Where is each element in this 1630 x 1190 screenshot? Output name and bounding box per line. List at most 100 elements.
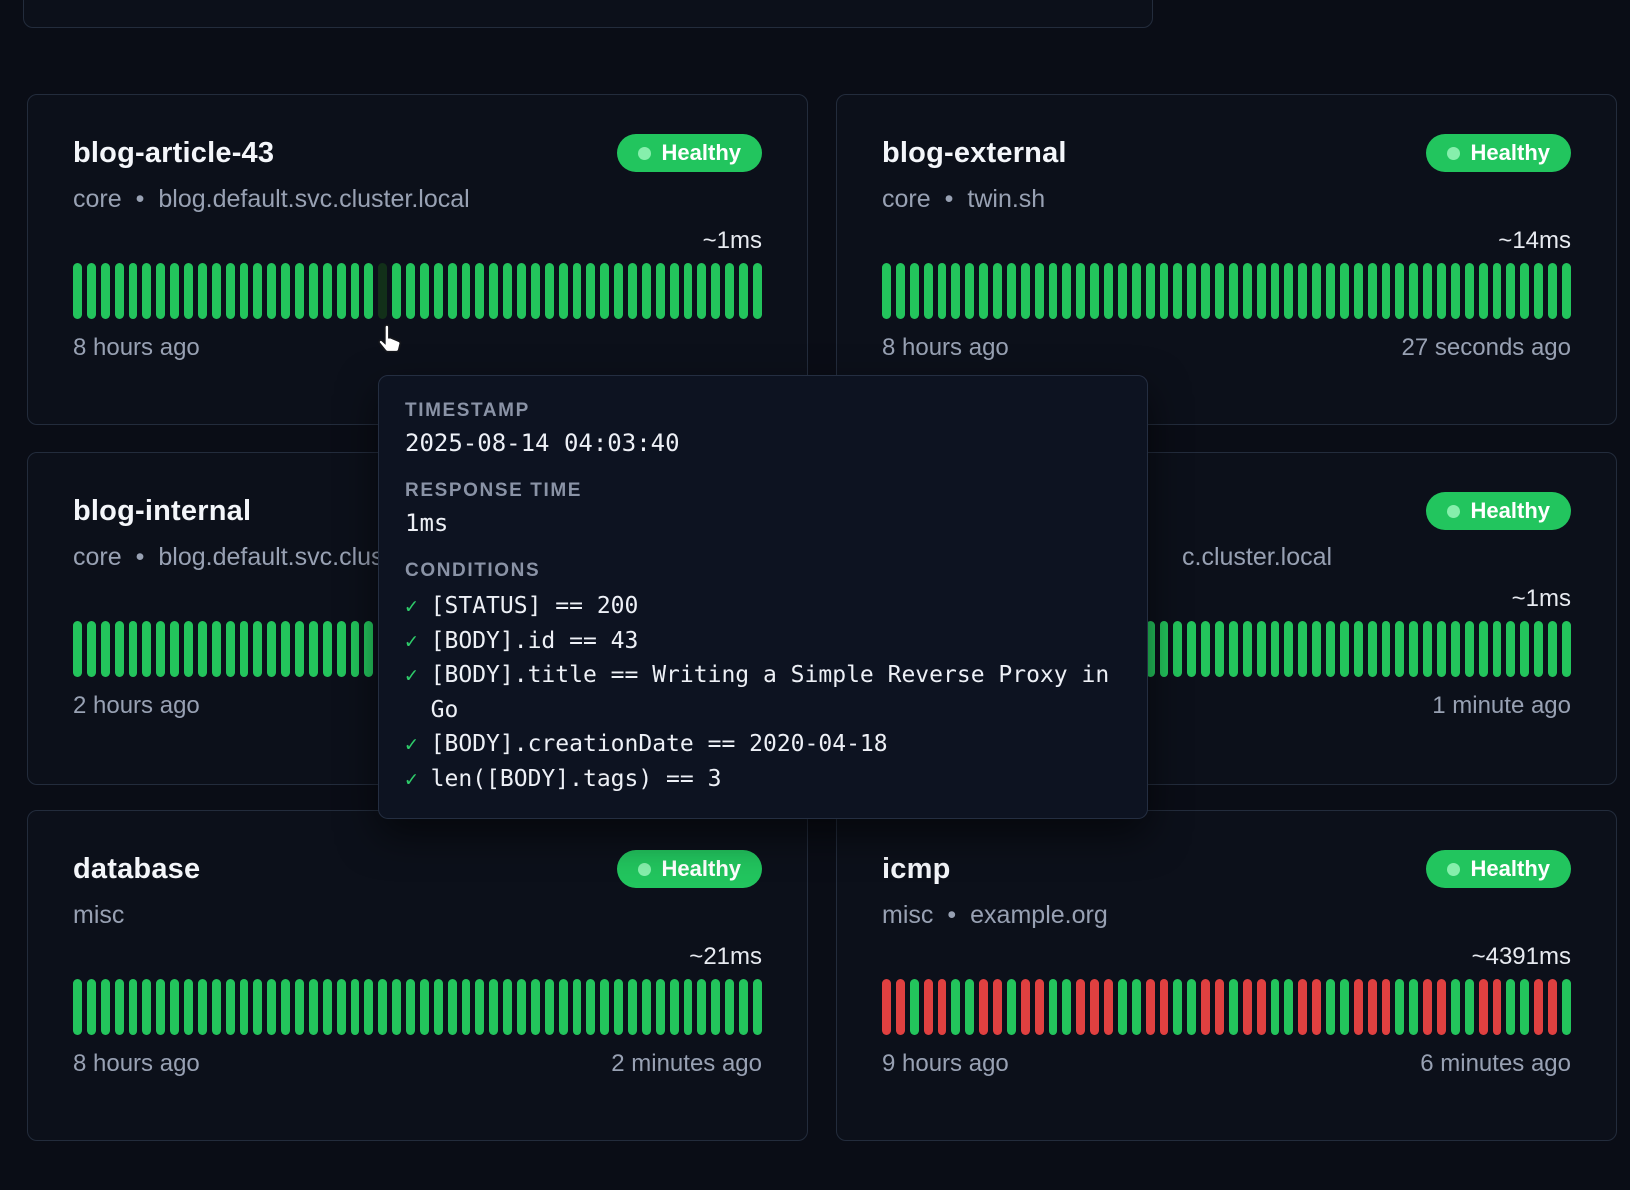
uptime-bar[interactable] <box>198 979 207 1035</box>
uptime-bar[interactable] <box>1451 263 1460 319</box>
uptime-bar[interactable] <box>170 979 179 1035</box>
uptime-bar[interactable] <box>896 979 905 1035</box>
uptime-bar[interactable] <box>115 621 124 677</box>
uptime-bar[interactable] <box>295 263 304 319</box>
uptime-bar[interactable] <box>1021 979 1030 1035</box>
uptime-bar[interactable] <box>1465 263 1474 319</box>
uptime-bar[interactable] <box>226 621 235 677</box>
uptime-bar[interactable] <box>392 979 401 1035</box>
uptime-bar[interactable] <box>531 263 540 319</box>
uptime-bar[interactable] <box>951 263 960 319</box>
uptime-bar[interactable] <box>351 263 360 319</box>
uptime-bar[interactable] <box>697 263 706 319</box>
uptime-bar[interactable] <box>670 263 679 319</box>
uptime-bar[interactable] <box>1160 979 1169 1035</box>
uptime-bar[interactable] <box>1201 263 1210 319</box>
uptime-bar[interactable] <box>462 979 471 1035</box>
uptime-bar[interactable] <box>101 621 110 677</box>
uptime-bar[interactable] <box>938 263 947 319</box>
uptime-bar[interactable] <box>1409 621 1418 677</box>
uptime-bar[interactable] <box>212 621 221 677</box>
uptime-bar[interactable] <box>392 263 401 319</box>
uptime-bar[interactable] <box>1312 621 1321 677</box>
uptime-bar[interactable] <box>1409 263 1418 319</box>
uptime-bar[interactable] <box>1534 621 1543 677</box>
uptime-bar[interactable] <box>475 263 484 319</box>
uptime-bar[interactable] <box>531 979 540 1035</box>
uptime-bar[interactable] <box>684 263 693 319</box>
uptime-bar[interactable] <box>115 979 124 1035</box>
uptime-bar[interactable] <box>142 979 151 1035</box>
uptime-bar[interactable] <box>1160 621 1169 677</box>
uptime-bar[interactable] <box>1562 979 1571 1035</box>
uptime-bar[interactable] <box>1368 621 1377 677</box>
uptime-bar[interactable] <box>1340 263 1349 319</box>
uptime-bar[interactable] <box>1423 979 1432 1035</box>
uptime-bar[interactable] <box>184 979 193 1035</box>
uptime-bar[interactable] <box>129 263 138 319</box>
uptime-bar[interactable] <box>281 263 290 319</box>
uptime-bar[interactable] <box>1423 263 1432 319</box>
uptime-bar[interactable] <box>240 979 249 1035</box>
uptime-bar[interactable] <box>1062 263 1071 319</box>
uptime-bar[interactable] <box>1284 263 1293 319</box>
uptime-bar[interactable] <box>993 263 1002 319</box>
uptime-bar[interactable] <box>882 979 891 1035</box>
uptime-bar[interactable] <box>1368 263 1377 319</box>
uptime-bar[interactable] <box>156 621 165 677</box>
uptime-bar[interactable] <box>910 979 919 1035</box>
uptime-bar[interactable] <box>517 979 526 1035</box>
uptime-bar[interactable] <box>628 263 637 319</box>
uptime-bar[interactable] <box>1271 979 1280 1035</box>
uptime-bar[interactable] <box>1243 979 1252 1035</box>
uptime-bar[interactable] <box>434 979 443 1035</box>
uptime-bar[interactable] <box>212 263 221 319</box>
uptime-bar[interactable] <box>378 979 387 1035</box>
uptime-bar[interactable] <box>1076 979 1085 1035</box>
uptime-bar[interactable] <box>184 263 193 319</box>
uptime-bar[interactable] <box>1520 263 1529 319</box>
uptime-bar[interactable] <box>656 263 665 319</box>
uptime-bar[interactable] <box>1312 979 1321 1035</box>
uptime-bar[interactable] <box>142 621 151 677</box>
uptime-bar[interactable] <box>1312 263 1321 319</box>
uptime-bar[interactable] <box>559 979 568 1035</box>
uptime-bar[interactable] <box>170 621 179 677</box>
uptime-bar[interactable] <box>586 979 595 1035</box>
uptime-bar[interactable] <box>87 263 96 319</box>
uptime-bar[interactable] <box>198 621 207 677</box>
uptime-bar[interactable] <box>129 621 138 677</box>
uptime-bar[interactable] <box>1173 621 1182 677</box>
uptime-bar[interactable] <box>1187 979 1196 1035</box>
uptime-bar[interactable] <box>1257 621 1266 677</box>
uptime-bar[interactable] <box>1298 263 1307 319</box>
uptime-bar[interactable] <box>1146 263 1155 319</box>
uptime-bar[interactable] <box>253 979 262 1035</box>
uptime-bar[interactable] <box>993 979 1002 1035</box>
uptime-bar[interactable] <box>1243 621 1252 677</box>
uptime-bar[interactable] <box>725 263 734 319</box>
uptime-bar[interactable] <box>1007 263 1016 319</box>
uptime-bar[interactable] <box>739 979 748 1035</box>
uptime-bar[interactable] <box>1562 263 1571 319</box>
uptime-bar[interactable] <box>73 979 82 1035</box>
uptime-bar[interactable] <box>87 979 96 1035</box>
uptime-bar[interactable] <box>309 621 318 677</box>
uptime-bar[interactable] <box>600 263 609 319</box>
uptime-bar[interactable] <box>725 979 734 1035</box>
uptime-bar[interactable] <box>1132 263 1141 319</box>
uptime-bar[interactable] <box>545 979 554 1035</box>
uptime-bar[interactable] <box>1090 979 1099 1035</box>
uptime-bar[interactable] <box>1423 621 1432 677</box>
uptime-bar[interactable] <box>142 263 151 319</box>
uptime-bar[interactable] <box>1395 621 1404 677</box>
uptime-bar[interactable] <box>1271 621 1280 677</box>
uptime-bar[interactable] <box>337 621 346 677</box>
uptime-bar[interactable] <box>753 979 762 1035</box>
uptime-bar[interactable] <box>614 979 623 1035</box>
uptime-bar[interactable] <box>351 621 360 677</box>
uptime-bar[interactable] <box>1354 621 1363 677</box>
uptime-bar[interactable] <box>1132 979 1141 1035</box>
uptime-bar[interactable] <box>1548 979 1557 1035</box>
uptime-bar[interactable] <box>965 979 974 1035</box>
